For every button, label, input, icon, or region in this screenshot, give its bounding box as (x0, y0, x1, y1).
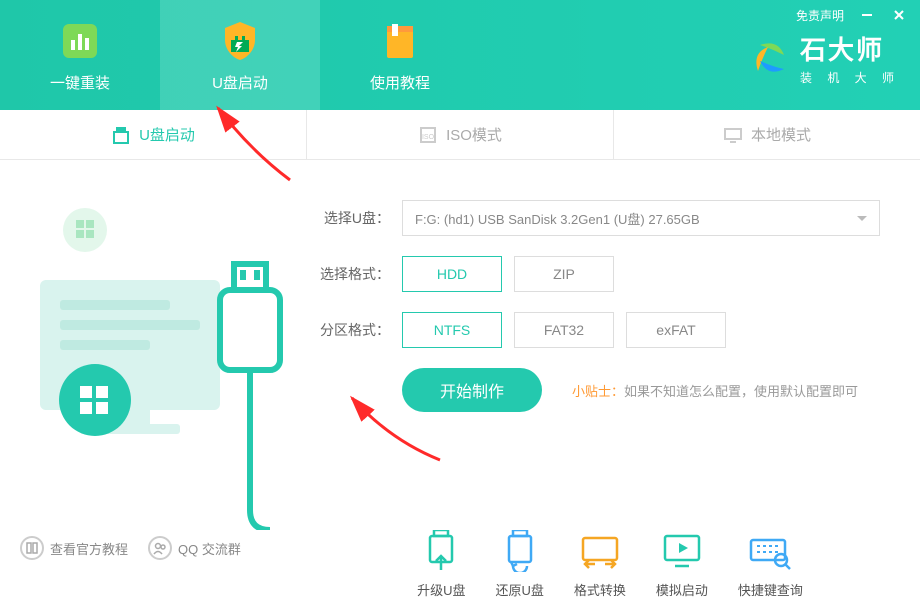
tool-label: 模拟启动 (656, 580, 708, 599)
illustration-panel (0, 160, 300, 520)
qq-group-link[interactable]: QQ 交流群 (148, 536, 241, 560)
simulate-boot-icon (661, 530, 703, 572)
format-option-zip[interactable]: ZIP (514, 256, 614, 292)
tab-label: U盘启动 (139, 124, 195, 145)
tab-usb-boot[interactable]: U盘启动 (0, 110, 307, 159)
footer-link-label: QQ 交流群 (178, 539, 241, 558)
monitor-icon (723, 125, 743, 145)
nav-tutorial[interactable]: 使用教程 (320, 0, 480, 110)
tab-label: 本地模式 (751, 124, 811, 145)
usb-shield-icon (217, 18, 263, 64)
config-form: 选择U盘： F:G: (hd1) USB SanDisk 3.2Gen1 (U盘… (300, 160, 920, 520)
people-icon (148, 536, 172, 560)
hotkey-query-icon (749, 530, 791, 572)
partition-options: NTFS FAT32 exFAT (402, 312, 726, 348)
partition-option-exfat[interactable]: exFAT (626, 312, 726, 348)
tip-text: 小贴士：如果不知道怎么配置，使用默认配置即可 (572, 381, 858, 400)
tool-upgrade-usb[interactable]: 升级U盘 (417, 530, 465, 599)
nav-label: U盘启动 (212, 72, 268, 93)
footer-link-label: 查看官方教程 (50, 539, 128, 558)
tool-simulate-boot[interactable]: 模拟启动 (656, 530, 708, 599)
chart-icon (57, 18, 103, 64)
official-tutorial-link[interactable]: 查看官方教程 (20, 536, 128, 560)
format-option-hdd[interactable]: HDD (402, 256, 502, 292)
tool-label: 格式转换 (574, 580, 626, 599)
tool-label: 快捷键查询 (738, 580, 803, 599)
nav-label: 使用教程 (370, 72, 430, 93)
nav-reinstall[interactable]: 一键重装 (0, 0, 160, 110)
brand-logo-icon (750, 37, 792, 79)
tool-label: 还原U盘 (495, 580, 543, 599)
format-options: HDD ZIP (402, 256, 614, 292)
book-icon (377, 18, 423, 64)
usb-icon (111, 125, 131, 145)
svg-text:ISO: ISO (422, 134, 435, 141)
upgrade-usb-icon (420, 530, 462, 572)
tab-iso[interactable]: ISO ISO模式 (307, 110, 614, 159)
start-create-button[interactable]: 开始制作 (402, 368, 542, 412)
mode-tabs: U盘启动 ISO ISO模式 本地模式 (0, 110, 920, 160)
usb-monitor-illustration (20, 190, 300, 530)
iso-icon: ISO (418, 125, 438, 145)
book-open-icon (20, 536, 44, 560)
format-label: 选择格式： (310, 264, 390, 284)
restore-usb-icon (499, 530, 541, 572)
main-content: 选择U盘： F:G: (hd1) USB SanDisk 3.2Gen1 (U盘… (0, 160, 920, 520)
partition-option-fat32[interactable]: FAT32 (514, 312, 614, 348)
nav-label: 一键重装 (50, 72, 110, 93)
brand-title: 石大师 (800, 30, 900, 67)
partition-label: 分区格式： (310, 320, 390, 340)
tool-label: 升级U盘 (417, 580, 465, 599)
brand-subtitle: 装 机 大 师 (800, 69, 900, 86)
minimize-button[interactable] (858, 6, 876, 24)
close-button[interactable] (890, 6, 908, 24)
tab-label: ISO模式 (446, 124, 502, 145)
format-convert-icon (579, 530, 621, 572)
window-controls: 免责声明 (796, 6, 908, 24)
app-header: 一键重装 U盘启动 使用教程 石大师 装 机 大 师 免责声明 (0, 0, 920, 110)
tab-local[interactable]: 本地模式 (614, 110, 920, 159)
disk-value: F:G: (hd1) USB SanDisk 3.2Gen1 (U盘) 27.6… (415, 209, 700, 228)
disclaimer-link[interactable]: 免责声明 (796, 7, 844, 24)
disk-label: 选择U盘： (310, 208, 390, 228)
tool-restore-usb[interactable]: 还原U盘 (495, 530, 543, 599)
tip-label: 小贴士： (572, 384, 624, 399)
nav-usb-boot[interactable]: U盘启动 (160, 0, 320, 110)
brand: 石大师 装 机 大 师 (750, 30, 900, 86)
partition-option-ntfs[interactable]: NTFS (402, 312, 502, 348)
disk-select[interactable]: F:G: (hd1) USB SanDisk 3.2Gen1 (U盘) 27.6… (402, 200, 880, 236)
tool-hotkey-query[interactable]: 快捷键查询 (738, 530, 803, 599)
tool-format-convert[interactable]: 格式转换 (574, 530, 626, 599)
footer-links: 查看官方教程 QQ 交流群 (20, 536, 241, 560)
